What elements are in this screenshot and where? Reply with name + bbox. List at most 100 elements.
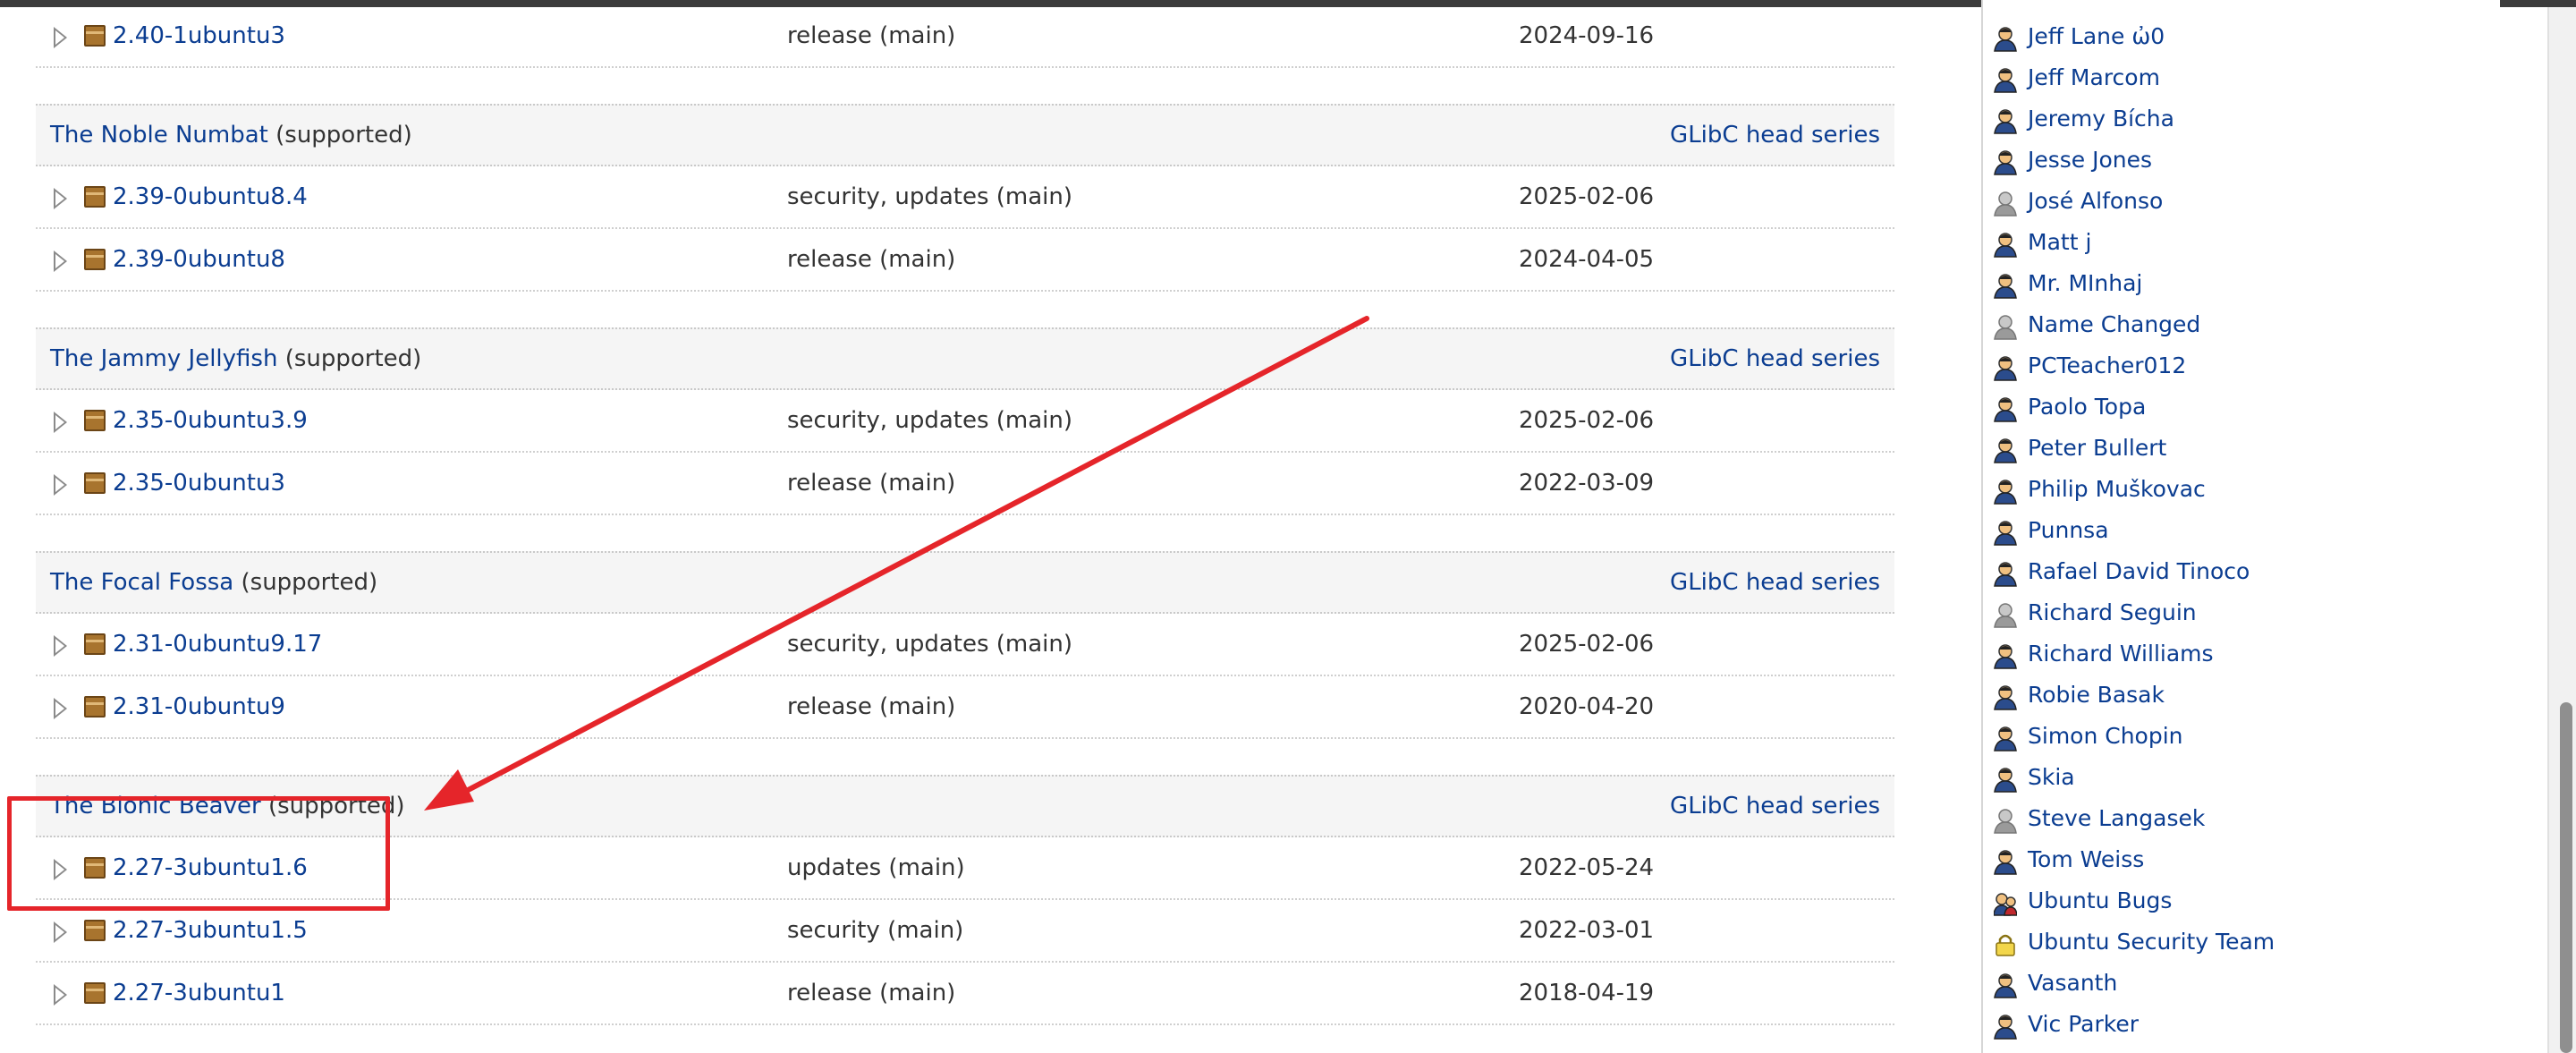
- subscriber-name-link[interactable]: Robie Basak: [2028, 682, 2165, 708]
- series-name-link[interactable]: The Jammy Jellyfish: [50, 345, 277, 372]
- person-icon: [1994, 356, 2017, 381]
- package-date: 2025-02-06: [1519, 407, 1655, 434]
- subscriber-name-link[interactable]: PCTeacher012: [2028, 352, 2186, 378]
- head-series-link[interactable]: GLibC head series: [1670, 569, 1880, 596]
- package-date: 2025-02-06: [1519, 631, 1655, 658]
- series-name-link[interactable]: The Focal Fossa: [50, 569, 233, 596]
- package-date: 2025-02-06: [1519, 183, 1655, 210]
- package-pocket: security, updates (main): [787, 183, 1073, 210]
- expand-triangle-icon[interactable]: [54, 984, 67, 1006]
- package-pocket: security (main): [787, 917, 964, 944]
- package-version-link[interactable]: 2.31-0ubuntu9: [113, 693, 285, 720]
- package-pocket: release (main): [787, 693, 956, 720]
- subscriber-name-link[interactable]: Name Changed: [2028, 311, 2200, 337]
- package-version-link[interactable]: 2.27-3ubuntu1.5: [113, 917, 308, 944]
- person-icon: [1994, 726, 2017, 752]
- package-row: 2.39-0ubuntu8 release (main) 2024-04-05: [36, 229, 1894, 292]
- series-header: The Jammy Jellyfish (supported) GLibC hea…: [36, 327, 1894, 390]
- subscriber-name-link[interactable]: Punnsa: [2028, 517, 2109, 543]
- annotation-highlight-box: [7, 796, 390, 911]
- person-icon: [1994, 562, 2017, 587]
- subscriber-name-link[interactable]: Peter Bullert: [2028, 435, 2166, 461]
- package-pocket: release (main): [787, 22, 956, 49]
- subscriber-name-link[interactable]: Steve Langasek: [2028, 805, 2205, 831]
- subscriber-name-link[interactable]: Vic Parker: [2028, 1011, 2139, 1037]
- package-date: 2022-05-24: [1519, 854, 1655, 881]
- expand-triangle-icon[interactable]: [54, 27, 67, 48]
- subscriber-name-link[interactable]: Vasanth: [2028, 970, 2117, 996]
- package-date: 2020-04-20: [1519, 693, 1655, 720]
- subscriber-name-link[interactable]: Mr. MInhaj: [2028, 270, 2142, 296]
- package-icon: [84, 633, 106, 655]
- expand-triangle-icon[interactable]: [54, 251, 67, 272]
- package-icon: [84, 920, 106, 941]
- package-icon: [84, 982, 106, 1004]
- subscriber-name-link[interactable]: Richard Williams: [2028, 641, 2214, 667]
- head-series-link[interactable]: GLibC head series: [1670, 793, 1880, 819]
- subscriber-name-link[interactable]: Matt j: [2028, 229, 2091, 255]
- expand-triangle-icon[interactable]: [54, 474, 67, 496]
- inactive-person-icon: [1994, 809, 2017, 834]
- package-pocket: updates (main): [787, 854, 965, 881]
- subscriber-name-link[interactable]: Ubuntu Bugs: [2028, 887, 2172, 913]
- subscriber-name-link[interactable]: Richard Seguin: [2028, 599, 2197, 625]
- package-pocket: release (main): [787, 980, 956, 1006]
- expand-triangle-icon[interactable]: [54, 698, 67, 719]
- person-icon: [1994, 1015, 2017, 1040]
- package-row: 2.39-0ubuntu8.4 security, updates (main) 2…: [36, 166, 1894, 229]
- head-series-link[interactable]: GLibC head series: [1670, 345, 1880, 372]
- package-date: 2022-03-01: [1519, 917, 1655, 944]
- package-pocket: release (main): [787, 470, 956, 497]
- inactive-person-icon: [1994, 603, 2017, 628]
- subscriber-name-link[interactable]: Jesse Jones: [2028, 147, 2152, 173]
- series-title: The Noble Numbat (supported): [50, 122, 412, 149]
- subscriber-name-link[interactable]: Rafael David Tinoco: [2028, 558, 2250, 584]
- package-row: 2.35-0ubuntu3.9 security, updates (main) 2…: [36, 390, 1894, 453]
- expand-triangle-icon[interactable]: [54, 921, 67, 943]
- subscriber-name-link[interactable]: Tom Weiss: [2028, 846, 2144, 872]
- package-date: 2018-04-19: [1519, 980, 1655, 1006]
- person-icon: [1994, 973, 2017, 998]
- package-date: 2024-04-05: [1519, 246, 1655, 273]
- package-row: 2.40-1ubuntu3 release (main) 2024-09-16: [36, 5, 1894, 68]
- package-version-link[interactable]: 2.35-0ubuntu3.9: [113, 407, 308, 434]
- subscriber-name-link[interactable]: Simon Chopin: [2028, 723, 2183, 749]
- subscriber-name-link[interactable]: Jeremy Bícha: [2028, 106, 2174, 132]
- package-version-link[interactable]: 2.31-0ubuntu9.17: [113, 631, 322, 658]
- series-status: (supported): [284, 345, 422, 372]
- scrollbar-thumb[interactable]: [2560, 702, 2572, 1053]
- person-icon: [1994, 644, 2017, 669]
- series-name-link[interactable]: The Noble Numbat: [50, 122, 268, 149]
- subscriber-name-link[interactable]: Philip Muškovac: [2028, 476, 2206, 502]
- inactive-person-icon: [1994, 191, 2017, 217]
- expand-triangle-icon[interactable]: [54, 635, 67, 657]
- subscriber-name-link[interactable]: Jeff Lane ὠ0: [2028, 23, 2165, 49]
- inactive-person-icon: [1994, 315, 2017, 340]
- person-icon: [1994, 850, 2017, 875]
- package-version-link[interactable]: 2.35-0ubuntu3: [113, 470, 285, 497]
- person-icon: [1994, 768, 2017, 793]
- package-date: 2024-09-16: [1519, 22, 1655, 49]
- subscribers-sidebar: Jeff Lane ὠ0 Jeff Marcom Jeremy Bícha Jesse…: [1981, 0, 2500, 1053]
- package-icon: [84, 186, 106, 208]
- package-version-link[interactable]: 2.39-0ubuntu8.4: [113, 183, 308, 210]
- package-icon: [84, 472, 106, 494]
- subscriber-name-link[interactable]: Jeff Marcom: [2028, 64, 2160, 90]
- person-icon: [1994, 233, 2017, 258]
- package-version-link[interactable]: 2.27-3ubuntu1: [113, 980, 285, 1006]
- package-icon: [84, 410, 106, 431]
- subscriber-name-link[interactable]: José Alfonso: [2028, 188, 2163, 214]
- head-series-link[interactable]: GLibC head series: [1670, 122, 1880, 149]
- package-version-link[interactable]: 2.40-1ubuntu3: [113, 22, 285, 49]
- expand-triangle-icon[interactable]: [54, 412, 67, 433]
- expand-triangle-icon[interactable]: [54, 188, 67, 209]
- person-icon: [1994, 685, 2017, 710]
- subscriber-name-link[interactable]: Paolo Topa: [2028, 394, 2146, 420]
- package-icon: [84, 696, 106, 718]
- person-icon: [1994, 68, 2017, 93]
- package-version-link[interactable]: 2.39-0ubuntu8: [113, 246, 285, 273]
- package-row: 2.35-0ubuntu3 release (main) 2022-03-09: [36, 453, 1894, 515]
- subscriber-name-link[interactable]: Skia: [2028, 764, 2075, 790]
- package-row: 2.31-0ubuntu9 release (main) 2020-04-20: [36, 676, 1894, 739]
- subscriber-name-link[interactable]: Ubuntu Security Team: [2028, 929, 2275, 955]
